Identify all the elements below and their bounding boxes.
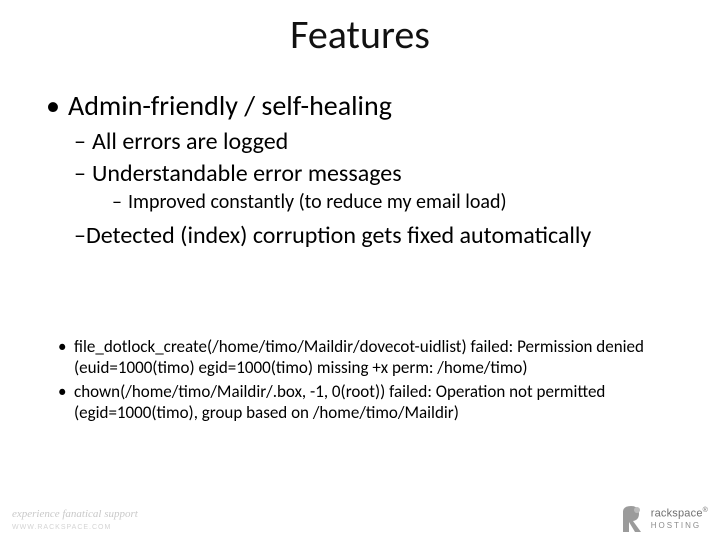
error-line: •chown(/home/timo/Maildir/.box, -1, 0(ro… xyxy=(46,381,674,424)
bullet-text: Improved constantly (to reduce my email … xyxy=(128,190,507,214)
bullet-level2: –All errors are logged xyxy=(74,128,674,156)
error-examples: •file_dotlock_create(/home/timo/Maildir/… xyxy=(46,336,674,425)
logo-text: rackspace® HOSTING xyxy=(651,507,708,531)
bullet-dot-icon: • xyxy=(46,90,68,122)
error-text: chown(/home/timo/Maildir/.box, -1, 0(roo… xyxy=(74,381,605,423)
body-content: •Admin-friendly / self-healing –All erro… xyxy=(46,90,674,254)
dash-icon: – xyxy=(112,191,128,214)
dash-icon: – xyxy=(74,160,92,188)
error-line: •file_dotlock_create(/home/timo/Maildir/… xyxy=(46,336,674,379)
rackspace-mark-icon xyxy=(619,504,645,534)
bullet-level1: •Admin-friendly / self-healing xyxy=(46,90,674,122)
dash-icon: – xyxy=(74,128,92,156)
bullet-level2: –Understandable error messages xyxy=(74,160,674,188)
bullet-level3: –Improved constantly (to reduce my email… xyxy=(112,191,674,214)
slide-title: Features xyxy=(0,10,720,59)
tagline-url: WWW.RACKSPACE.COM xyxy=(12,524,111,531)
bullet-text: Understandable error messages xyxy=(92,159,402,188)
brand-name: rackspace xyxy=(651,508,703,520)
bullet-dot-icon: • xyxy=(58,381,74,402)
error-text: file_dotlock_create(/home/timo/Maildir/d… xyxy=(74,336,644,378)
dash-icon: – xyxy=(74,221,86,250)
bullet-text: Detected (index) corruption gets fixed a… xyxy=(86,221,591,250)
bullet-text: All errors are logged xyxy=(92,127,288,156)
registered-icon: ® xyxy=(703,507,708,514)
bullet-dot-icon: • xyxy=(58,336,74,357)
bullet-text: Admin-friendly / self-healing xyxy=(68,88,392,123)
footer-tagline: experience fanatical support WWW.RACKSPA… xyxy=(12,508,138,532)
slide: Features •Admin-friendly / self-healing … xyxy=(0,0,720,540)
bullet-level2: –Detected (index) corruption gets fixed … xyxy=(74,222,634,250)
rackspace-logo: rackspace® HOSTING xyxy=(619,504,708,534)
tagline-text: experience fanatical support xyxy=(12,508,138,520)
brand-sub: HOSTING xyxy=(651,521,701,530)
